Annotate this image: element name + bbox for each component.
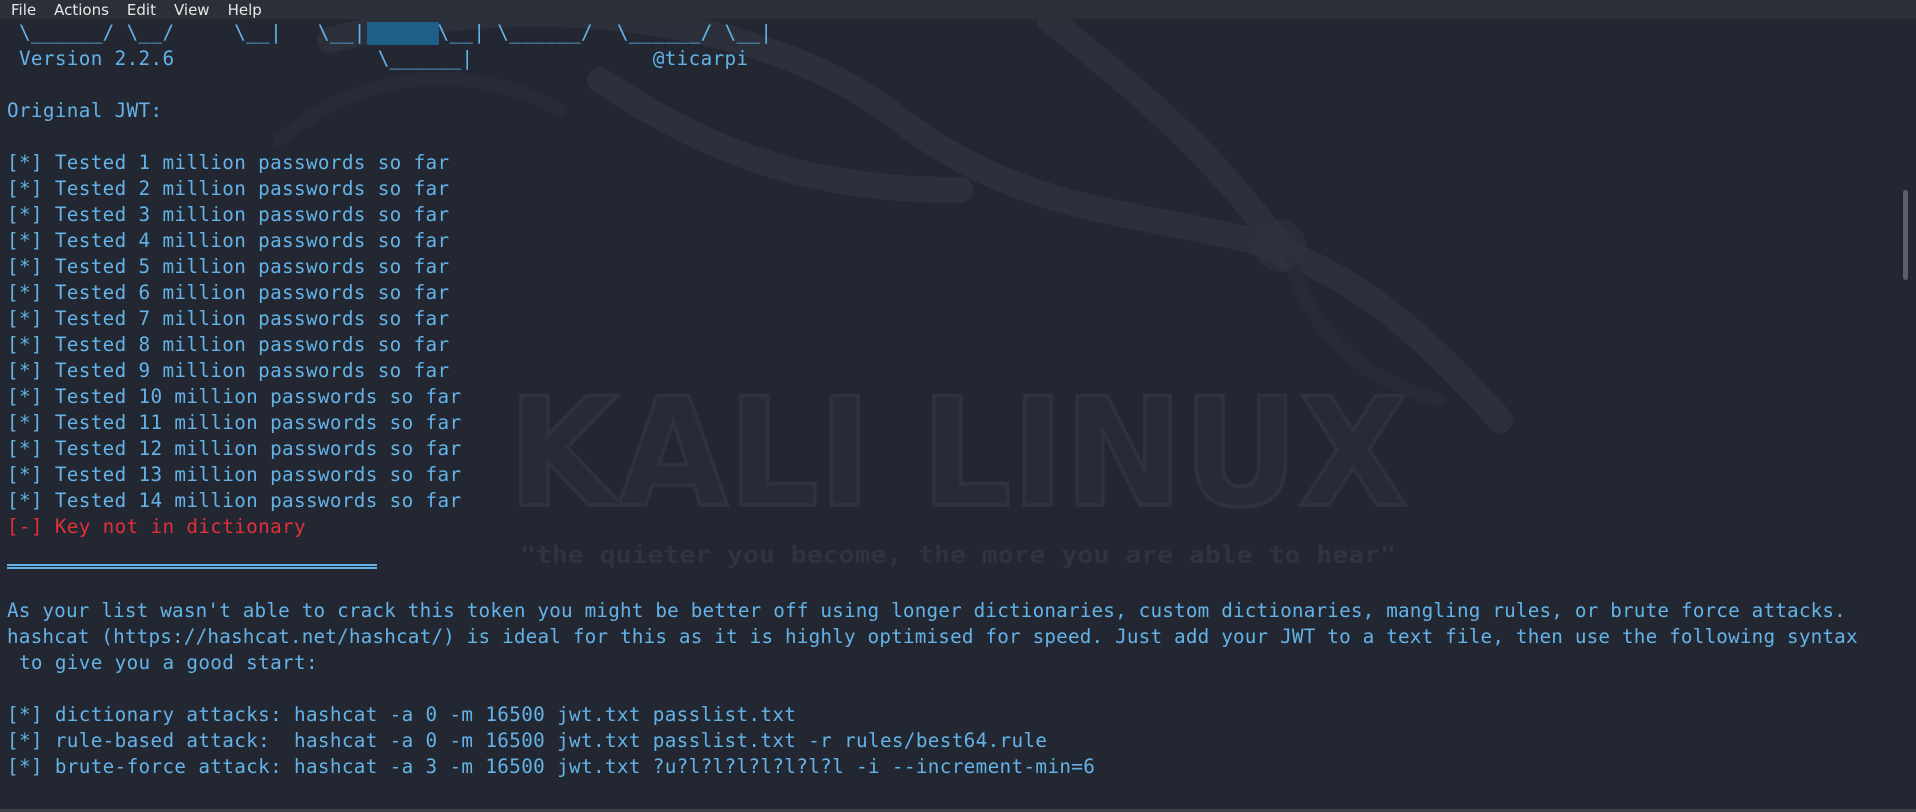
progress-line: [*] Tested 4 million passwords so far (7, 229, 450, 252)
banner-art-line: \______/ \__/ \__| \__| \__| \______/ \_… (7, 21, 773, 44)
progress-line: [*] Tested 9 million passwords so far (7, 359, 450, 382)
progress-line: [*] Tested 11 million passwords so far (7, 411, 462, 434)
menu-help[interactable]: Help (217, 1, 269, 19)
original-jwt-label: Original JWT: (7, 99, 163, 122)
vertical-scrollbar[interactable] (1903, 190, 1908, 280)
progress-line: [*] Tested 12 million passwords so far (7, 437, 462, 460)
result-line: [-] Key not in dictionary (7, 515, 306, 538)
progress-line: [*] Tested 1 million passwords so far (7, 151, 450, 174)
progress-line: [*] Tested 5 million passwords so far (7, 255, 450, 278)
progress-line: [*] Tested 14 million passwords so far (7, 489, 462, 512)
section-divider (7, 564, 377, 569)
menu-actions[interactable]: Actions (43, 1, 116, 19)
banner-version-line: Version 2.2.6 \______| @ticarpi (7, 47, 749, 70)
menu-edit[interactable]: Edit (116, 1, 163, 19)
progress-line: [*] Tested 8 million passwords so far (7, 333, 450, 356)
progress-line: [*] Tested 2 million passwords so far (7, 177, 450, 200)
menu-bar: File Actions Edit View Help (0, 0, 1916, 19)
progress-line: [*] Tested 13 million passwords so far (7, 463, 462, 486)
progress-line: [*] Tested 3 million passwords so far (7, 203, 450, 226)
terminal-output[interactable]: \______/ \__/ \__| \__| \__| \______/ \_… (0, 19, 1900, 809)
progress-line: [*] Tested 7 million passwords so far (7, 307, 450, 330)
progress-line: [*] Tested 10 million passwords so far (7, 385, 462, 408)
menu-file[interactable]: File (0, 1, 43, 19)
progress-line: [*] Tested 6 million passwords so far (7, 281, 450, 304)
menu-view[interactable]: View (163, 1, 217, 19)
